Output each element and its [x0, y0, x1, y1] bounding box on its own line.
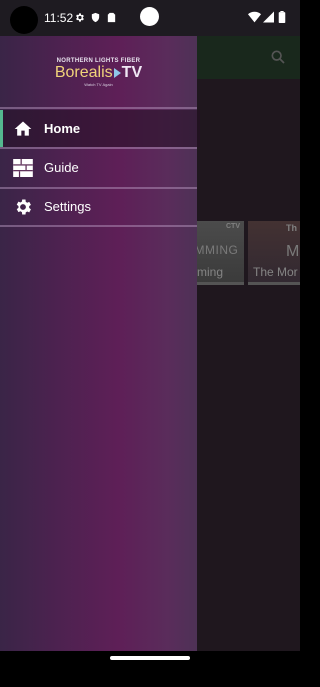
signal-icon	[263, 11, 274, 23]
brand-suffix: TV	[121, 64, 143, 81]
drawer-item-settings[interactable]: Settings	[0, 188, 197, 225]
status-bar: 11:52	[0, 0, 300, 36]
wifi-icon	[248, 11, 261, 23]
home-icon	[12, 118, 34, 140]
battery-icon	[278, 11, 286, 23]
drawer-item-label: Home	[44, 121, 81, 136]
divider	[0, 107, 197, 109]
brand-tagline: Watch TV Again	[84, 82, 113, 87]
drawer-item-home[interactable]: Home	[0, 110, 200, 147]
home-gesture-pill[interactable]	[110, 656, 190, 660]
brand-logo: NORTHERN LIGHTS FIBER Borealis TV Watch T…	[0, 58, 197, 87]
sim-card-icon	[107, 12, 116, 23]
shield-icon	[91, 12, 100, 23]
gear-icon	[12, 196, 34, 218]
brand-name: Borealis	[54, 64, 113, 81]
play-icon	[113, 67, 121, 78]
system-nav-bar	[0, 651, 300, 667]
gear-icon	[76, 13, 84, 22]
status-time: 11:52	[44, 11, 74, 25]
guide-grid-icon	[12, 157, 34, 179]
divider	[0, 225, 197, 227]
drawer-item-label: Guide	[44, 160, 79, 175]
brand-wordmark: Borealis TV	[0, 64, 197, 81]
navigation-drawer: NORTHERN LIGHTS FIBER Borealis TV Watch T…	[0, 36, 200, 651]
camera-cutout	[10, 6, 38, 34]
front-camera	[140, 7, 159, 26]
drawer-item-label: Settings	[44, 199, 91, 214]
drawer-item-guide[interactable]: Guide	[0, 149, 197, 186]
